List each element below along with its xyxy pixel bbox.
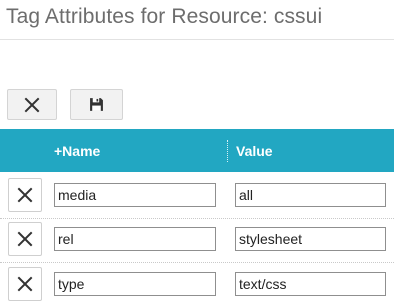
close-icon: [17, 276, 33, 292]
attribute-value-input[interactable]: [235, 183, 386, 207]
page-title: Tag Attributes for Resource: cssui: [6, 5, 323, 28]
column-header-value: Value: [236, 143, 273, 159]
delete-row-button[interactable]: [8, 222, 42, 256]
delete-row-button[interactable]: [8, 267, 42, 301]
delete-row-button[interactable]: [8, 178, 42, 212]
floppy-disk-icon: [90, 98, 103, 111]
attribute-value-input[interactable]: [235, 272, 386, 296]
table-row: [0, 262, 394, 308]
save-button[interactable]: [70, 89, 123, 120]
table-header: +Name Value: [0, 129, 394, 172]
column-header-name[interactable]: +Name: [54, 143, 100, 159]
close-icon: [24, 97, 40, 112]
close-icon: [17, 187, 33, 203]
title-divider: [0, 39, 394, 40]
attribute-name-input[interactable]: [54, 183, 216, 207]
close-icon: [17, 231, 33, 247]
attribute-name-input[interactable]: [54, 227, 216, 251]
table-row: [0, 173, 394, 219]
column-resize-handle[interactable]: [227, 140, 228, 162]
attribute-value-input[interactable]: [235, 227, 386, 251]
table-row: [0, 217, 394, 263]
attribute-name-input[interactable]: [54, 272, 216, 296]
cancel-button[interactable]: [7, 89, 57, 120]
